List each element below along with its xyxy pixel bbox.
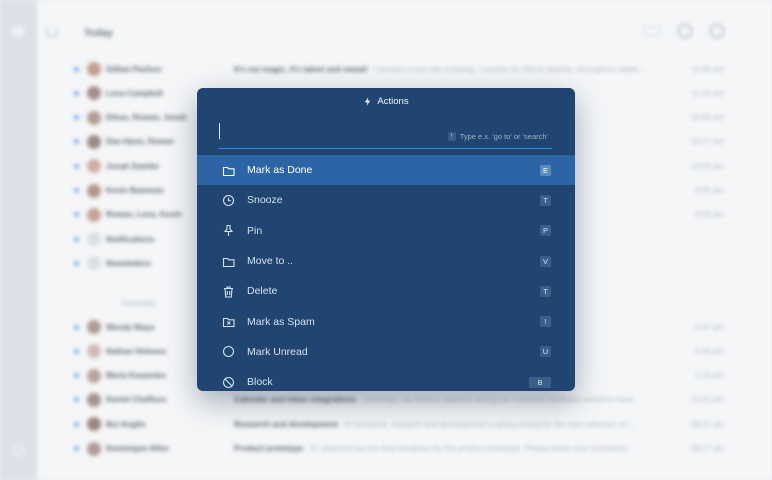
shortcut-key: T <box>540 285 551 297</box>
folder-icon <box>221 254 235 268</box>
hint-key: ! <box>447 132 456 141</box>
shortcut-key: U <box>540 346 551 358</box>
action-label: Snooze <box>247 194 283 207</box>
circle-icon <box>221 345 235 359</box>
action-item-mark-as-done[interactable]: Mark as Done E <box>197 155 575 186</box>
trash-icon <box>221 284 235 298</box>
shortcut-key: V <box>540 255 551 267</box>
clock-icon <box>221 193 235 207</box>
action-label: Mark as Done <box>247 164 313 177</box>
pin-icon <box>221 224 235 238</box>
modal-header: Actions <box>197 88 575 115</box>
action-label: Mark Unread <box>247 345 308 358</box>
bolt-icon <box>363 97 372 106</box>
action-item-move-to[interactable]: Move to .. V <box>197 246 575 276</box>
spam-folder-icon <box>221 315 235 329</box>
action-item-mark-as-spam[interactable]: Mark as Spam! <box>197 306 575 336</box>
actions-modal: Actions ! Type e.x. 'go to' or 'search' … <box>197 88 575 391</box>
block-icon <box>221 375 235 389</box>
shortcut-key: B <box>529 376 551 388</box>
hint-text: Type e.x. 'go to' or 'search' <box>459 132 548 141</box>
action-item-delete[interactable]: Delete T <box>197 276 575 306</box>
text-caret <box>219 123 220 139</box>
search-hint: ! Type e.x. 'go to' or 'search' <box>447 132 548 141</box>
action-item-block[interactable]: Block B <box>197 367 575 391</box>
action-item-mark-unread[interactable]: Mark Unread U <box>197 337 575 367</box>
action-label: Pin <box>247 224 263 237</box>
action-label: Block <box>247 376 273 389</box>
action-item-pin[interactable]: Pin P <box>197 216 575 246</box>
shortcut-key: P <box>540 225 551 237</box>
shortcut-key: E <box>540 164 551 176</box>
action-label: Move to .. <box>247 255 294 268</box>
actions-search-input[interactable] <box>224 121 434 143</box>
search-field[interactable]: ! Type e.x. 'go to' or 'search' <box>218 121 552 149</box>
shortcut-key: ! <box>540 316 551 328</box>
modal-title: Actions <box>377 96 409 107</box>
actions-list: Mark as Done E Snooze T Pin P Move to .. V Delet… <box>197 155 575 391</box>
action-item-snooze[interactable]: Snooze T <box>197 185 575 215</box>
folder-icon <box>221 163 235 177</box>
action-label: Delete <box>247 285 278 298</box>
action-label: Mark as Spam <box>247 315 315 328</box>
shortcut-key: T <box>540 194 551 206</box>
